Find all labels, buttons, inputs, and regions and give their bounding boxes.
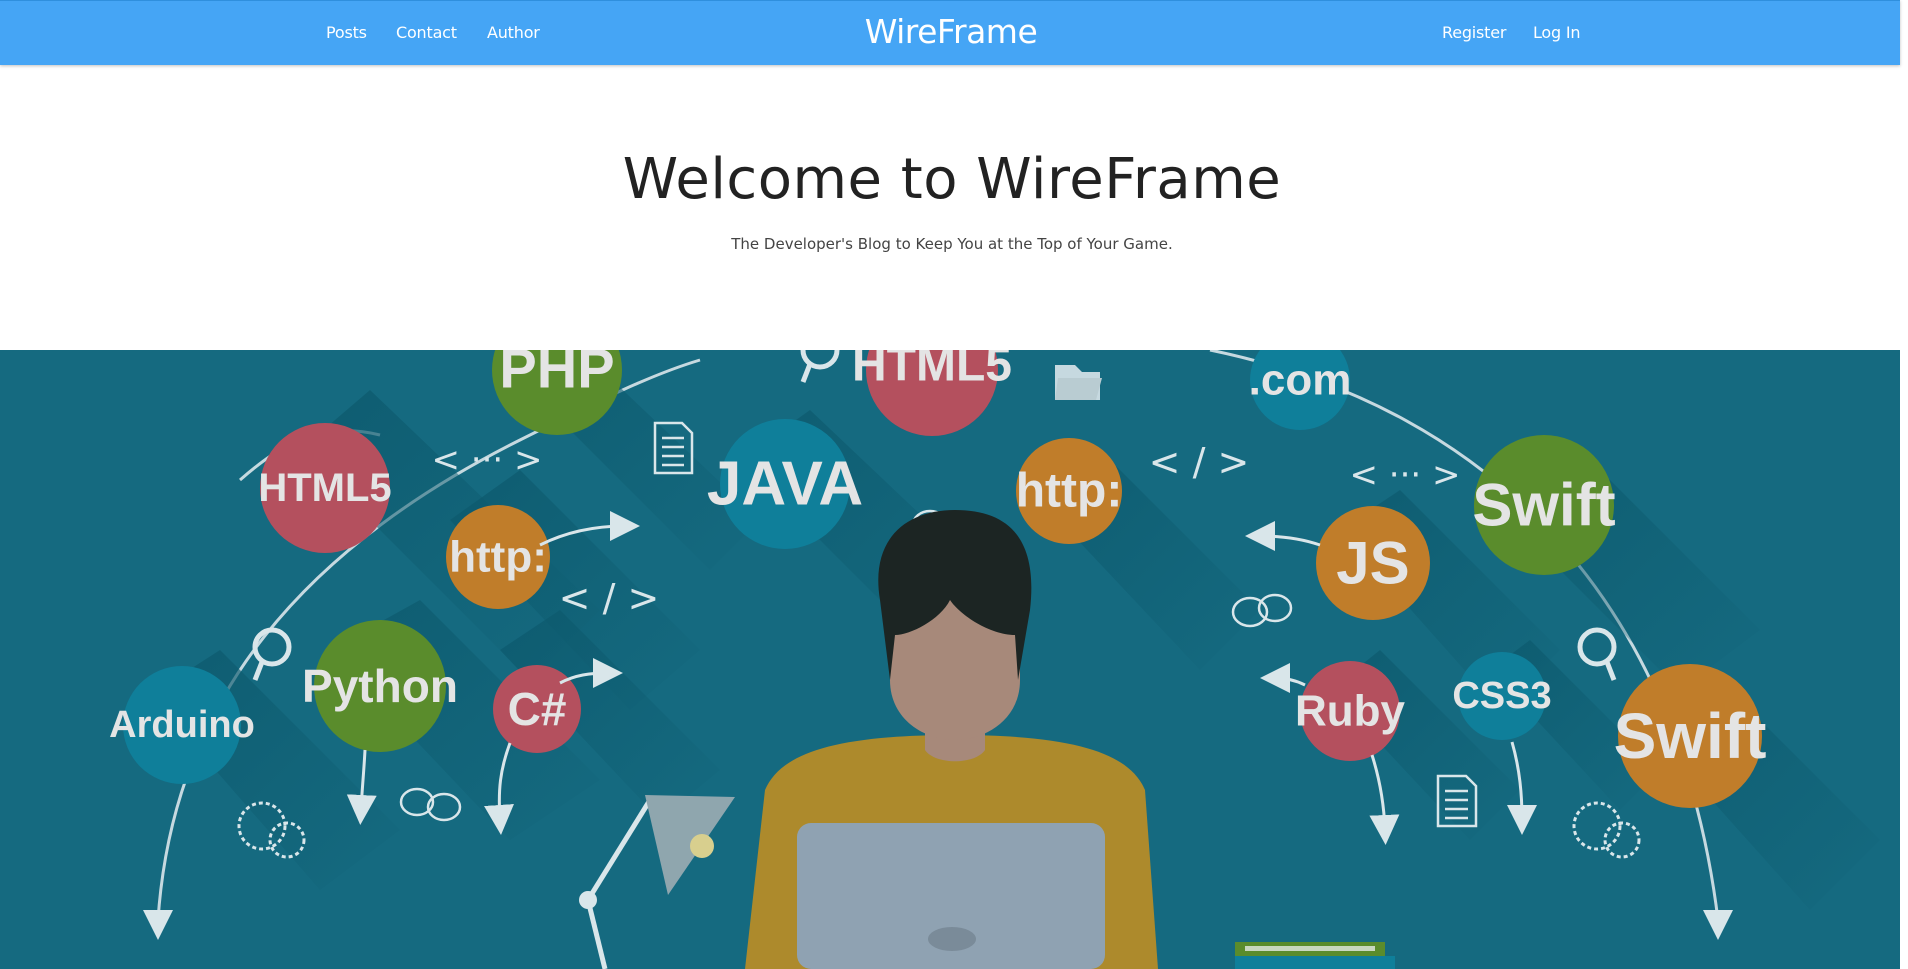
bubble-label: PHP <box>499 350 614 400</box>
bubble-label: HTML5 <box>852 350 1012 392</box>
bubble-label: Ruby <box>1295 687 1406 736</box>
bubble-label: C# <box>508 683 567 735</box>
svg-text:< / >: < / > <box>1149 440 1250 484</box>
nav-link-contact[interactable]: Contact <box>396 23 457 42</box>
bubble-label: JAVA <box>707 450 863 519</box>
nav-link-author[interactable]: Author <box>487 23 540 42</box>
svg-text:< ··· >: < ··· > <box>1349 455 1460 495</box>
brand-logo[interactable]: WireFrame <box>860 12 1042 51</box>
bubble-label: CSS3 <box>1452 675 1551 717</box>
bubble-label: http: <box>1016 465 1123 518</box>
bubble-label: Swift <box>1614 700 1767 772</box>
bubble-label: Python <box>302 660 458 712</box>
top-navbar: Posts Contact Author WireFrame Register … <box>0 0 1900 65</box>
nav-link-posts[interactable]: Posts <box>326 23 367 42</box>
page-subtitle: The Developer's Blog to Keep You at the … <box>731 235 1173 253</box>
bubble-label: http: <box>449 533 547 582</box>
svg-text:< / >: < / > <box>559 576 660 620</box>
hero-banner-image: PHP HTML5 http: Python Arduino C# JAVA H… <box>0 350 1900 969</box>
nav-link-register[interactable]: Register <box>1442 23 1506 42</box>
bubble-label: .com <box>1249 356 1352 405</box>
nav-link-login[interactable]: Log In <box>1533 23 1581 42</box>
bubble-label: Swift <box>1472 472 1615 539</box>
books-illustration <box>1235 942 1395 969</box>
bubble-label: JS <box>1336 530 1409 597</box>
svg-text:< ··· >: < ··· > <box>431 440 542 480</box>
page-title: Welcome to WireFrame <box>622 147 1282 212</box>
bubble-label: HTML5 <box>258 466 391 510</box>
bubble-label: Arduino <box>109 704 255 746</box>
